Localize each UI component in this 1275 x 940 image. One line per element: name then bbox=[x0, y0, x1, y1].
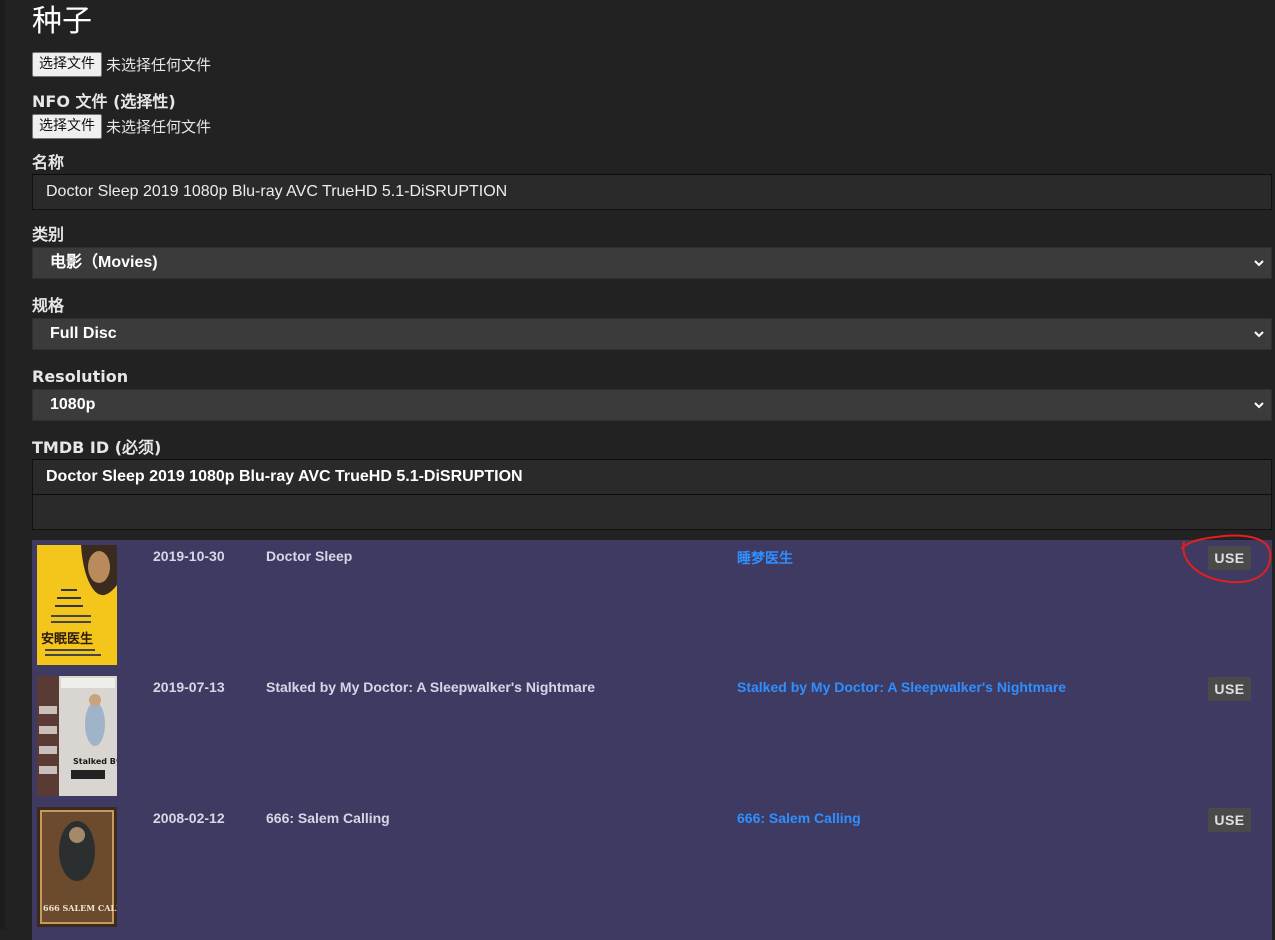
release-date: 2008-02-12 bbox=[153, 810, 225, 826]
format-label: 规格 bbox=[32, 296, 65, 315]
poster-caption: 安眠医生 bbox=[41, 631, 93, 647]
nfo-choose-file-button[interactable]: 选择文件 bbox=[32, 113, 102, 139]
chevron-down-icon bbox=[1253, 319, 1265, 360]
release-date: 2019-10-30 bbox=[153, 548, 225, 564]
use-button[interactable]: USE bbox=[1208, 808, 1251, 832]
poster-caption: Stalked By My Doctor bbox=[73, 757, 117, 766]
nfo-file-status: 未选择任何文件 bbox=[106, 117, 212, 136]
chevron-down-icon bbox=[1253, 248, 1265, 289]
poster-image: Stalked By My Doctor bbox=[37, 676, 117, 796]
poster-image: 安眠医生 bbox=[37, 545, 117, 665]
category-label: 类别 bbox=[32, 225, 65, 244]
tmdb-title-link[interactable]: 666: Salem Calling bbox=[737, 810, 861, 826]
result-row: 666 SALEM CALLING 2008-02-12 666: Salem … bbox=[32, 802, 1272, 933]
tmdb-label: TMDB ID (必须) bbox=[32, 438, 162, 457]
torrent-choose-file-button[interactable]: 选择文件 bbox=[32, 51, 102, 77]
page-title: 种子 bbox=[32, 5, 92, 38]
chevron-down-icon bbox=[1253, 390, 1265, 431]
nfo-file-picker: 选择文件 未选择任何文件 bbox=[32, 113, 211, 139]
category-selected-value: 电影（Movies) bbox=[50, 254, 158, 271]
torrent-file-status: 未选择任何文件 bbox=[106, 55, 212, 74]
poster-image: 666 SALEM CALLING bbox=[37, 807, 117, 927]
original-title: Stalked by My Doctor: A Sleepwalker's Ni… bbox=[266, 679, 596, 695]
original-title: Doctor Sleep bbox=[266, 548, 353, 564]
resolution-label: Resolution bbox=[32, 367, 129, 386]
release-date: 2019-07-13 bbox=[153, 679, 225, 695]
torrent-file-picker: 选择文件 未选择任何文件 bbox=[32, 51, 211, 77]
format-selected-value: Full Disc bbox=[50, 325, 117, 342]
name-input[interactable]: Doctor Sleep 2019 1080p Blu-ray AVC True… bbox=[32, 174, 1272, 210]
result-row: Stalked By My Doctor 2019-07-13 Stalked … bbox=[32, 671, 1272, 802]
tmdb-title-link[interactable]: Stalked by My Doctor: A Sleepwalker's Ni… bbox=[737, 679, 1066, 695]
resolution-select[interactable]: 1080p bbox=[32, 389, 1272, 421]
poster-caption: 666 SALEM CALLING bbox=[43, 903, 117, 913]
name-label: 名称 bbox=[32, 153, 65, 172]
tmdb-results-list: 安眠医生 2019-10-30 Doctor Sleep 睡梦医生 USE St… bbox=[32, 540, 1272, 940]
nfo-label: NFO 文件 (选择性) bbox=[32, 92, 176, 111]
original-title: 666: Salem Calling bbox=[266, 810, 390, 826]
resolution-selected-value: 1080p bbox=[50, 396, 96, 413]
tmdb-id-input[interactable] bbox=[32, 494, 1272, 530]
result-row: 安眠医生 2019-10-30 Doctor Sleep 睡梦医生 USE bbox=[32, 540, 1272, 671]
left-edge bbox=[0, 0, 5, 929]
format-select[interactable]: Full Disc bbox=[32, 318, 1272, 350]
tmdb-title-link[interactable]: 睡梦医生 bbox=[737, 548, 793, 568]
use-button[interactable]: USE bbox=[1208, 677, 1251, 701]
tmdb-search-input[interactable]: Doctor Sleep 2019 1080p Blu-ray AVC True… bbox=[32, 459, 1272, 495]
use-button[interactable]: USE bbox=[1208, 546, 1251, 570]
category-select[interactable]: 电影（Movies) bbox=[32, 247, 1272, 279]
